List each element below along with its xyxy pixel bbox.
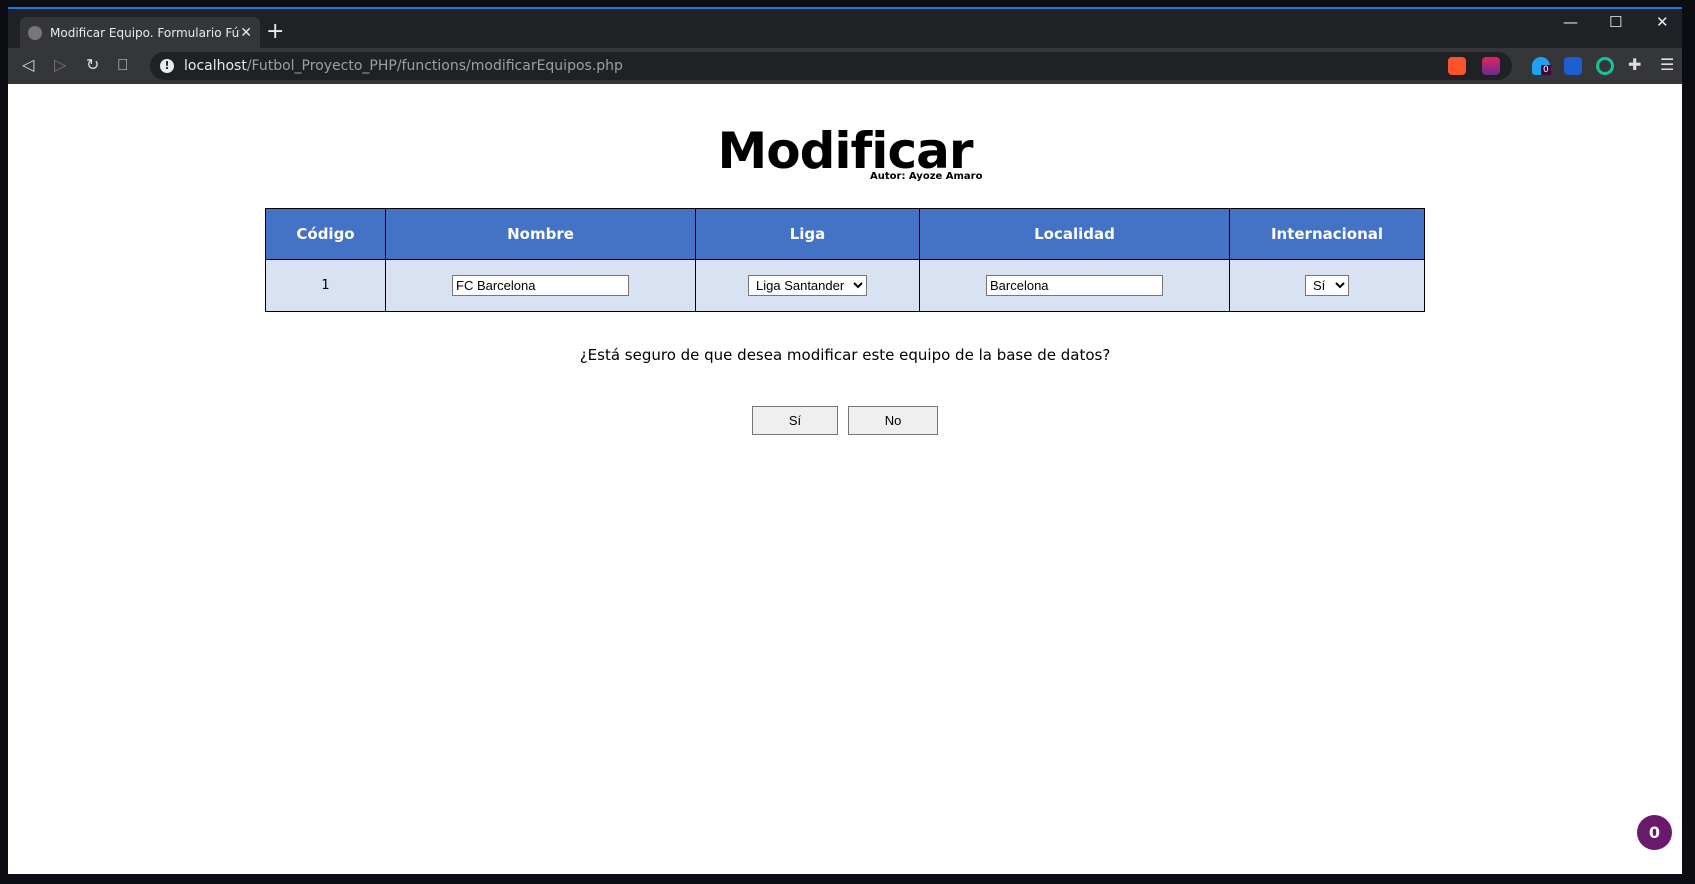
header-codigo: Código bbox=[265, 208, 386, 260]
internacional-select[interactable]: Sí bbox=[1305, 275, 1349, 296]
table-header-row: Código Nombre Liga Localidad Internacion… bbox=[265, 208, 1425, 260]
nombre-input[interactable] bbox=[452, 275, 629, 296]
forward-icon[interactable]: ▷ bbox=[54, 55, 66, 74]
localidad-cell bbox=[919, 259, 1230, 312]
yes-button[interactable]: Sí bbox=[752, 406, 838, 435]
header-liga: Liga bbox=[695, 208, 920, 260]
page-title: Modificar bbox=[717, 122, 974, 180]
url-path: /Futbol_Proyecto_PHP/functions/modificar… bbox=[246, 58, 623, 74]
extensions-icon[interactable]: ✚ bbox=[1628, 55, 1641, 74]
bitwarden-icon[interactable] bbox=[1564, 57, 1582, 75]
maximize-button[interactable]: ☐ bbox=[1609, 13, 1622, 31]
brave-shield-icon[interactable] bbox=[1448, 57, 1466, 75]
info-icon[interactable]: ! bbox=[160, 59, 174, 73]
header-localidad: Localidad bbox=[919, 208, 1230, 260]
nombre-cell bbox=[385, 259, 696, 312]
internacional-cell: Sí bbox=[1229, 259, 1425, 312]
new-tab-button[interactable]: + bbox=[266, 19, 284, 44]
liga-cell: Liga Santander bbox=[695, 259, 920, 312]
tab-bar: Modificar Equipo. Formulario Fútbol ✕ + … bbox=[8, 9, 1682, 48]
header-nombre: Nombre bbox=[385, 208, 696, 260]
menu-icon[interactable]: ☰ bbox=[1660, 55, 1674, 74]
reload-icon[interactable]: ↻ bbox=[86, 55, 99, 74]
confirm-question: ¿Está seguro de que desea modificar este… bbox=[579, 346, 1111, 364]
url-host: localhost bbox=[184, 58, 247, 74]
page-content: Modificar Autor: Ayoze Amaro Código Nomb… bbox=[8, 84, 1682, 874]
codigo-cell: 1 bbox=[265, 259, 386, 312]
address-bar[interactable]: ! localhost/Futbol_Proyecto_PHP/function… bbox=[150, 52, 1512, 80]
close-window-button[interactable]: ✕ bbox=[1656, 13, 1669, 31]
brave-rewards-icon[interactable] bbox=[1482, 57, 1500, 75]
no-button[interactable]: No bbox=[848, 406, 938, 435]
browser-tab[interactable]: Modificar Equipo. Formulario Fútbol ✕ bbox=[20, 17, 260, 48]
liga-select[interactable]: Liga Santander bbox=[748, 275, 867, 296]
minimize-button[interactable]: — bbox=[1563, 13, 1578, 31]
tab-title: Modificar Equipo. Formulario Fútbol bbox=[50, 25, 240, 40]
ghostery-icon[interactable]: 0 bbox=[1532, 57, 1551, 75]
globe-icon bbox=[28, 25, 42, 40]
table-row: 1 Liga Santander Sí bbox=[265, 259, 1425, 312]
grammarly-icon[interactable] bbox=[1596, 57, 1614, 75]
author-label: Autor: Ayoze Amaro bbox=[870, 171, 983, 182]
browser-window: Modificar Equipo. Formulario Fútbol ✕ + … bbox=[8, 7, 1682, 874]
close-tab-icon[interactable]: ✕ bbox=[240, 25, 252, 41]
localidad-input[interactable] bbox=[986, 275, 1163, 296]
notification-badge[interactable]: 0 bbox=[1637, 815, 1672, 850]
bookmark-icon[interactable]: ⎕ bbox=[118, 55, 128, 75]
back-icon[interactable]: ◁ bbox=[22, 55, 34, 74]
header-internacional: Internacional bbox=[1229, 208, 1425, 260]
team-table: Código Nombre Liga Localidad Internacion… bbox=[265, 208, 1425, 312]
toolbar: ◁ ▷ ↻ ⎕ ! localhost/Futbol_Proyecto_PHP/… bbox=[8, 48, 1682, 84]
extension-badge: 0 bbox=[1541, 65, 1551, 75]
